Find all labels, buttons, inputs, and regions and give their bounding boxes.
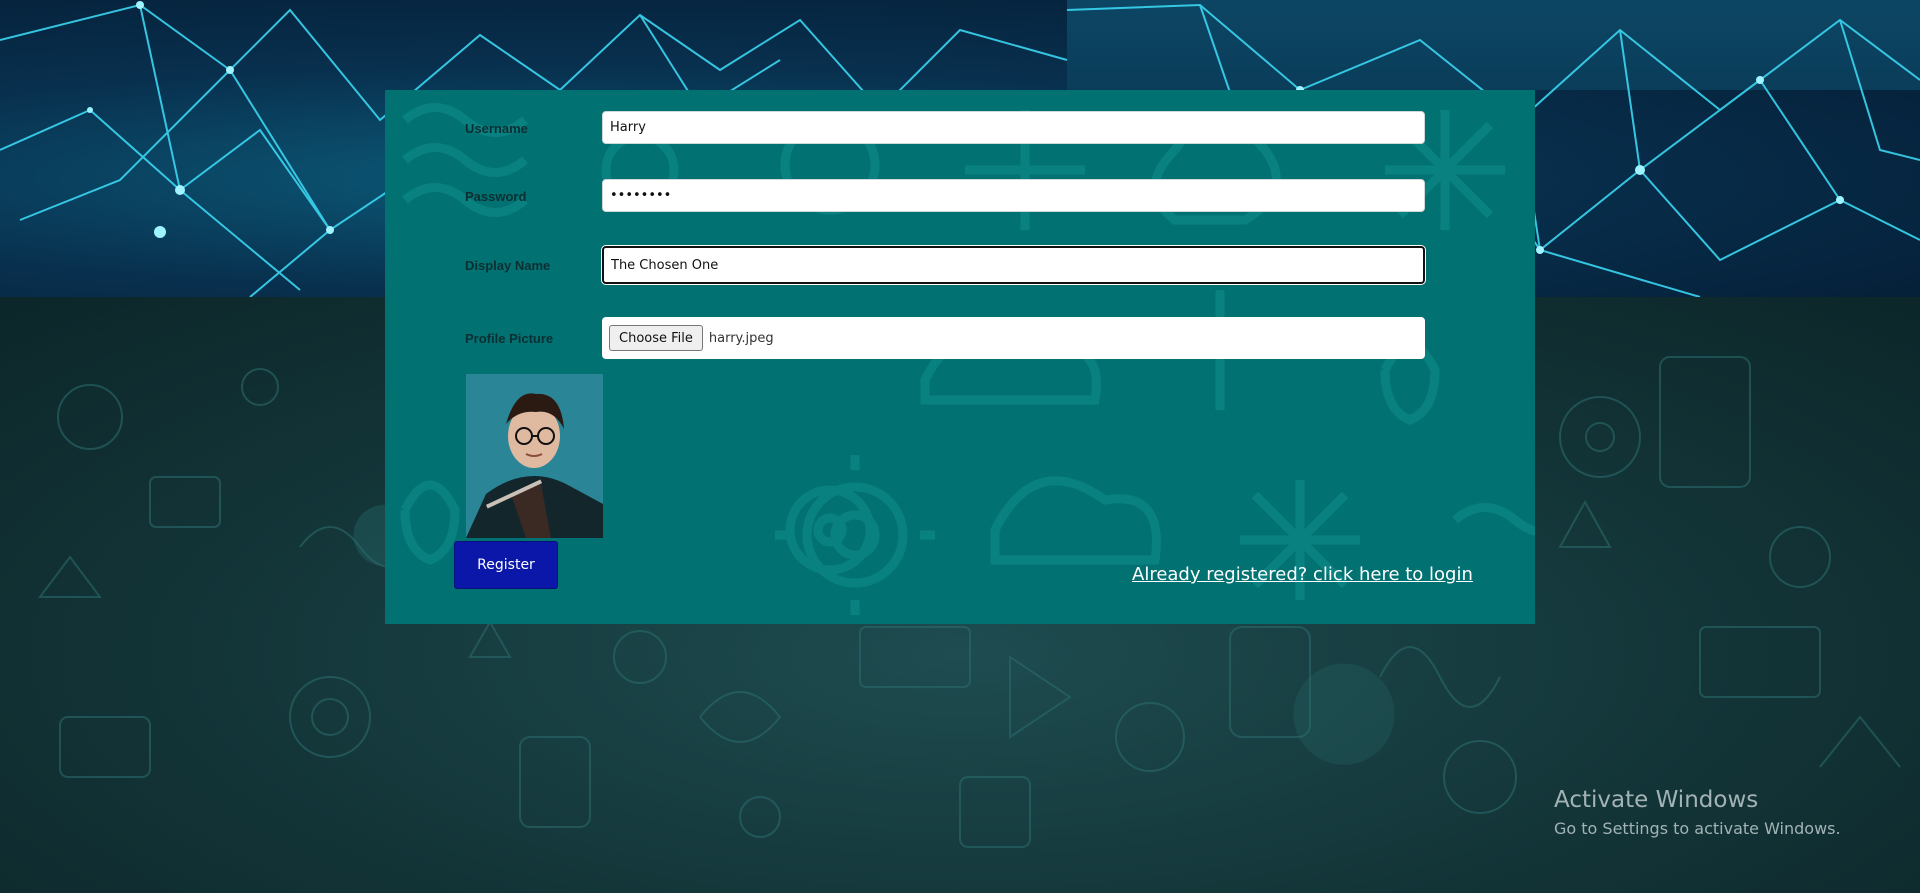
register-button[interactable]: Register <box>454 541 558 589</box>
username-input[interactable] <box>602 111 1425 144</box>
profile-picture-label: Profile Picture <box>465 331 554 346</box>
registration-form-panel: Username Password Display Name Profile P… <box>385 90 1535 624</box>
profile-picture-file-input[interactable]: Choose File harry.jpeg <box>602 317 1425 359</box>
profile-picture-preview <box>466 374 603 538</box>
choose-file-button[interactable]: Choose File <box>609 325 703 351</box>
display-name-input[interactable] <box>602 246 1425 284</box>
display-name-label: Display Name <box>465 258 551 273</box>
password-input[interactable] <box>602 179 1425 212</box>
selected-file-name: harry.jpeg <box>708 330 774 346</box>
username-label: Username <box>465 121 528 136</box>
activate-windows-subtitle: Go to Settings to activate Windows. <box>1554 819 1841 838</box>
login-link[interactable]: Already registered? click here to login <box>1132 564 1473 585</box>
activate-windows-watermark: Activate Windows Go to Settings to activ… <box>1554 787 1841 838</box>
activate-windows-title: Activate Windows <box>1554 787 1759 813</box>
password-label: Password <box>465 189 527 204</box>
